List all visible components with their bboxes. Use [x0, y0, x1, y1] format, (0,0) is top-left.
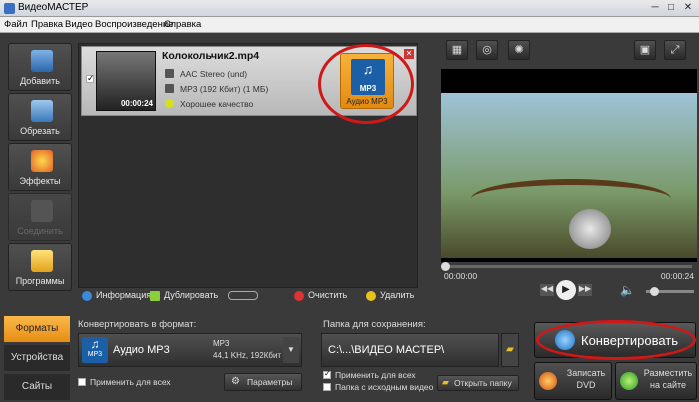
- fullscreen-icon[interactable]: ⤢: [664, 40, 686, 60]
- format-heading: Конвертировать в формат:: [78, 319, 197, 330]
- brightness-icon[interactable]: ✺: [508, 40, 530, 60]
- view-toggle[interactable]: [228, 291, 258, 300]
- delete-icon: [366, 291, 376, 301]
- dvd-icon: [539, 372, 557, 390]
- clear-icon: [294, 291, 304, 301]
- remove-file-icon[interactable]: ✕: [404, 49, 414, 59]
- seek-handle[interactable]: [441, 262, 450, 271]
- title-bar: ВидеоМАСТЕР ─ □ ✕: [0, 0, 699, 17]
- delete-button[interactable]: Удалить: [380, 290, 414, 300]
- thumbnail-duration: 00:00:24: [120, 99, 153, 108]
- menu-help[interactable]: Справка: [164, 19, 201, 30]
- open-folder-button[interactable]: ▰ Открыть папку: [437, 375, 519, 391]
- snapshot-icon[interactable]: ▣: [634, 40, 656, 60]
- join-icon: [31, 200, 53, 222]
- menu-file[interactable]: Файл: [4, 19, 27, 30]
- apply-all-format-checkbox[interactable]: [78, 378, 86, 386]
- quality-info: Хорошее качество: [180, 99, 254, 109]
- close-button[interactable]: ✕: [681, 2, 695, 14]
- video-preview[interactable]: [441, 69, 697, 291]
- volume-slider[interactable]: [646, 287, 694, 296]
- effects-button[interactable]: Эффекты: [8, 143, 72, 191]
- publish-button[interactable]: Разместить на сайте: [615, 362, 697, 400]
- duplicate-icon: [150, 291, 160, 301]
- globe-icon: [620, 372, 638, 390]
- trim-button[interactable]: Обрезать: [8, 93, 72, 141]
- join-button: Соединить: [8, 193, 72, 241]
- window-title: ВидеоМАСТЕР: [18, 2, 89, 13]
- programs-icon: [31, 250, 53, 272]
- mp3-format-icon: ♫ MP3: [82, 337, 108, 363]
- menu-bar: Файл Правка Видео Воспроизведение Справк…: [0, 17, 699, 33]
- duplicate-button[interactable]: Дублировать: [164, 290, 218, 300]
- apply-all-save-checkbox[interactable]: ✓: [323, 369, 331, 379]
- save-path-field[interactable]: C:\...\ВИДЕО МАСТЕР\: [321, 333, 499, 367]
- info-icon: [82, 291, 92, 301]
- fit-icon[interactable]: ◎: [476, 40, 498, 60]
- play-button[interactable]: ▶: [556, 280, 576, 300]
- category-tabs: Форматы Устройства Сайты: [0, 314, 75, 402]
- tab-formats[interactable]: Форматы: [4, 316, 70, 342]
- apply-all-save-label: Применить для всех: [335, 370, 416, 380]
- output-info: MP3 (192 Кбит) (1 МБ): [180, 84, 269, 94]
- file-name: Колокольчик2.mp4: [162, 50, 260, 62]
- quality-icon: [165, 99, 174, 108]
- preview-panel: ▦ ◎ ✺ ▣ ⤢: [438, 36, 698, 298]
- add-button[interactable]: Добавить: [8, 43, 72, 91]
- source-folder-label: Папка с исходным видео: [335, 382, 434, 392]
- seek-bar[interactable]: [441, 262, 692, 271]
- params-button[interactable]: ⚙ Параметры: [224, 373, 302, 391]
- volume-icon[interactable]: 🔈: [620, 283, 635, 297]
- format-panel: Конвертировать в формат: ♫ MP3 Аудио MP3 …: [74, 315, 306, 399]
- format-selector[interactable]: ♫ MP3 Аудио MP3 MP3 44,1 KHz, 192Кбит ▼: [78, 333, 302, 367]
- save-heading: Папка для сохранения:: [323, 319, 426, 330]
- menu-playback[interactable]: Воспроизведение: [95, 19, 173, 30]
- sidebar: Добавить Обрезать Эффекты Соединить Прог…: [4, 36, 72, 296]
- time-start: 00:00:00: [444, 271, 478, 281]
- file-checkbox[interactable]: ✓: [86, 73, 95, 83]
- format-detail-2: 44,1 KHz, 192Кбит: [213, 351, 282, 360]
- video-thumbnail: 00:00:24: [96, 51, 156, 111]
- minimize-button[interactable]: ─: [648, 2, 662, 14]
- gear-icon: ⚙: [231, 376, 240, 387]
- menu-video[interactable]: Видео: [65, 19, 93, 30]
- audio-info: AAC Stereo (und): [180, 69, 248, 79]
- app-icon: [4, 3, 15, 14]
- info-button[interactable]: Информация: [96, 290, 151, 300]
- programs-button[interactable]: Программы: [8, 243, 72, 291]
- crop-icon[interactable]: ▦: [446, 40, 468, 60]
- source-folder-checkbox[interactable]: [323, 383, 331, 391]
- playback-controls: 00:00:00 00:00:24 ◀◀ ▶ ▶▶ 🔈: [438, 262, 698, 306]
- time-end: 00:00:24: [660, 271, 694, 281]
- highlight-circle: [318, 44, 414, 124]
- tab-devices[interactable]: Устройства: [4, 345, 70, 371]
- menu-edit[interactable]: Правка: [31, 19, 63, 30]
- chevron-down-icon[interactable]: ▼: [283, 337, 299, 363]
- folder-icon[interactable]: ▰: [501, 333, 519, 367]
- clear-button[interactable]: Очистить: [308, 290, 347, 300]
- burn-dvd-button[interactable]: Записать DVD: [534, 362, 612, 400]
- format-detail-1: MP3: [213, 339, 230, 348]
- output-format-icon: [165, 84, 174, 93]
- effects-icon: [31, 150, 53, 172]
- maximize-button[interactable]: □: [664, 2, 678, 14]
- highlight-circle-convert: [536, 320, 696, 360]
- tab-sites[interactable]: Сайты: [4, 374, 70, 400]
- prev-frame-icon[interactable]: ◀◀: [540, 284, 554, 296]
- next-frame-icon[interactable]: ▶▶: [578, 284, 592, 296]
- file-toolbar: Информация Дублировать Очистить Удалить: [78, 288, 418, 304]
- save-panel: Папка для сохранения: C:\...\ВИДЕО МАСТЕ…: [317, 315, 523, 399]
- audio-icon: [165, 69, 174, 78]
- format-name: Аудио MP3: [113, 344, 170, 356]
- scissors-icon: [31, 100, 53, 122]
- apply-all-format-label: Применить для всех: [90, 377, 171, 387]
- film-add-icon: [31, 50, 53, 72]
- open-folder-icon: ▰: [442, 377, 449, 387]
